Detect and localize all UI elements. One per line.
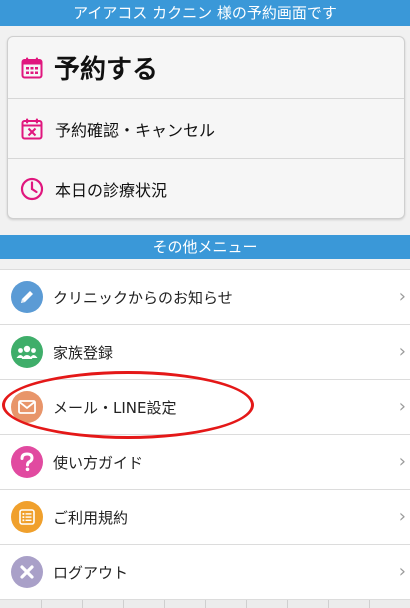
other-menu-header: その他メニュー xyxy=(0,235,410,259)
chevron-right-icon: › xyxy=(398,341,406,362)
menu-item-label: 家族登録 xyxy=(53,343,114,362)
other-menu-list: クリニックからのお知らせ › 家族登録 › メール・LINE設定 › 使い方ガイ… xyxy=(0,269,410,600)
chevron-right-icon: › xyxy=(398,506,406,527)
menu-item-label: ログアウト xyxy=(53,563,129,582)
menu-item-label: クリニックからのお知らせ xyxy=(53,288,233,307)
clock-icon xyxy=(18,175,46,203)
page-header: アイアコス カクニン 様の予約画面です xyxy=(0,0,410,26)
menu-item-notices[interactable]: クリニックからのお知らせ › xyxy=(0,270,410,325)
menu-item-label: メール・LINE設定 xyxy=(53,398,177,417)
pencil-icon xyxy=(11,281,43,313)
chevron-right-icon: › xyxy=(398,396,406,417)
chevron-right-icon: › xyxy=(398,286,406,307)
chevron-right-icon: › xyxy=(398,561,406,582)
mail-icon xyxy=(11,391,43,423)
confirm-cancel-button[interactable]: 予約確認・キャンセル xyxy=(8,99,404,159)
calendar-cancel-icon xyxy=(18,115,46,143)
reserve-label: 予約する xyxy=(54,55,159,85)
chevron-right-icon: › xyxy=(398,451,406,472)
menu-item-guide[interactable]: 使い方ガイド › xyxy=(0,435,410,490)
menu-item-logout[interactable]: ログアウト › xyxy=(0,545,410,600)
list-icon xyxy=(11,501,43,533)
today-status-label: 本日の診療状況 xyxy=(55,180,168,200)
menu-item-label: ご利用規約 xyxy=(53,508,129,527)
today-status-button[interactable]: 本日の診療状況 xyxy=(8,159,404,218)
close-icon xyxy=(11,556,43,588)
question-icon xyxy=(11,446,43,478)
reserve-button[interactable]: 予約する xyxy=(8,37,404,99)
family-icon xyxy=(11,336,43,368)
bottom-tab-bar xyxy=(0,599,410,608)
menu-item-mail-line-settings[interactable]: メール・LINE設定 › xyxy=(0,380,410,435)
confirm-cancel-label: 予約確認・キャンセル xyxy=(55,120,216,140)
primary-actions-card: 予約する 予約確認・キャンセル 本日の診療状況 xyxy=(7,36,405,219)
menu-item-label: 使い方ガイド xyxy=(53,453,144,472)
menu-item-terms[interactable]: ご利用規約 › xyxy=(0,490,410,545)
calendar-icon xyxy=(18,54,46,82)
menu-item-family[interactable]: 家族登録 › xyxy=(0,325,410,380)
